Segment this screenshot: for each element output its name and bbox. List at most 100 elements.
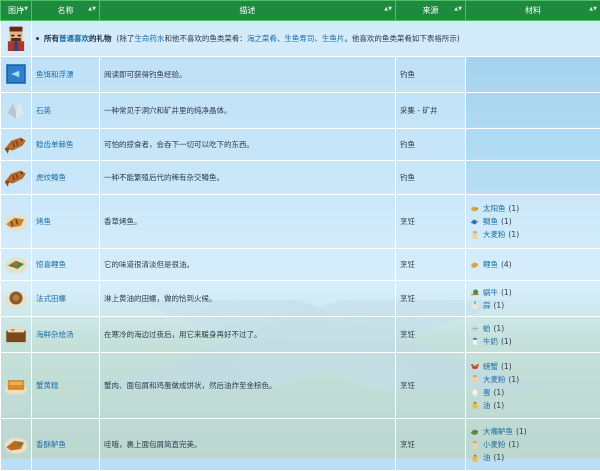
header-description[interactable]: 描述▲▼ <box>100 1 396 21</box>
sunfish-icon <box>470 204 480 214</box>
material-name-link[interactable]: 油 <box>483 400 491 411</box>
material-entry: 鲤鱼(4) <box>470 258 596 271</box>
item-image-cell[interactable] <box>1 161 32 195</box>
material-qty: (1) <box>494 301 505 310</box>
material-entry: 油(1) <box>470 451 596 464</box>
chowder-icon <box>3 321 29 347</box>
item-description: 它的味道很清淡但是很油。 <box>100 249 396 281</box>
material-entry: 鲷鱼(1) <box>470 215 596 228</box>
material-entry: 小麦粉(1) <box>470 438 596 451</box>
note-row: 所有普通喜欢的礼物 (除了生命药水和他不喜欢的鱼类菜肴：海之菜肴、生鱼寿司、生鱼… <box>1 21 600 57</box>
item-materials <box>466 57 600 93</box>
header-image[interactable]: 图片▲▼ <box>1 1 32 21</box>
life-elixir-link[interactable]: 生命药水 <box>134 34 164 43</box>
item-materials <box>466 129 600 161</box>
header-source[interactable]: 来源▲▼ <box>396 1 466 21</box>
material-name-link[interactable]: 牛奶 <box>483 336 498 347</box>
material-name-link[interactable]: 鲷鱼 <box>483 216 498 227</box>
note-cell: 所有普通喜欢的礼物 (除了生命药水和他不喜欢的鱼类菜肴：海之菜肴、生鱼寿司、生鱼… <box>32 21 600 57</box>
item-image-cell[interactable] <box>1 195 32 249</box>
bass-icon <box>470 427 480 437</box>
item-image-cell[interactable] <box>1 317 32 353</box>
item-materials: 太阳鱼(1)鲷鱼(1)大麦粉(1) <box>466 195 600 249</box>
material-qty: (1) <box>516 427 527 436</box>
material-entry: 蜗牛(1) <box>470 286 596 299</box>
crab-icon <box>470 361 480 371</box>
item-name-link[interactable]: 石英 <box>32 93 100 129</box>
material-name-link[interactable]: 蒜 <box>483 300 491 311</box>
material-qty: (1) <box>509 440 520 449</box>
item-description: 阅读即可获得钓鱼经验。 <box>100 57 396 93</box>
item-source: 钓鱼 <box>396 129 466 161</box>
header-materials[interactable]: 材料▲▼ <box>466 1 600 21</box>
material-name-link[interactable]: 螃蟹 <box>483 361 498 372</box>
garlic-icon <box>470 300 480 310</box>
item-source: 烹饪 <box>396 195 466 249</box>
snail-icon <box>470 287 480 297</box>
oil-icon <box>470 453 480 463</box>
item-name-link[interactable]: 惊喜鲤鱼 <box>32 249 100 281</box>
material-entry: 牛奶(1) <box>470 335 596 348</box>
item-materials: 蛤(1)牛奶(1) <box>466 317 600 353</box>
item-image-cell[interactable] <box>1 57 32 93</box>
material-entry: 螃蟹(1) <box>470 360 596 373</box>
book-icon <box>3 61 29 87</box>
item-name-link[interactable]: 蟹黄糕 <box>32 353 100 419</box>
table-row: 蟹黄糕蟹肉、面包屑和鸡蛋做成饼状，然后油炸至金棕色。烹饪螃蟹(1)大麦粉(1) 蛋… <box>1 353 600 419</box>
material-entry: 大嘴鲈鱼(1) <box>470 425 596 438</box>
carp-icon <box>470 260 480 270</box>
loved-gifts-table: 图片▲▼ 名称▲▼ 描述▲▼ 来源▲▼ 材料▲▼ 所有普通喜欢的礼物 (除 <box>0 0 600 471</box>
bream-icon <box>470 217 480 227</box>
header-name[interactable]: 名称▲▼ <box>32 1 100 21</box>
material-name-link[interactable]: 鲤鱼 <box>483 259 498 270</box>
item-description: 淋上黄油的田螺，做的恰到火候。 <box>100 281 396 317</box>
material-name-link[interactable]: 蜗牛 <box>483 287 498 298</box>
item-name-link[interactable]: 虎纹鳟鱼 <box>32 161 100 195</box>
item-source: 采集 - 矿井 <box>396 93 466 129</box>
material-qty: (1) <box>509 204 520 213</box>
egg-icon <box>470 387 480 397</box>
table-row: 烤鱼香草烤鱼。烹饪太阳鱼(1)鲷鱼(1)大麦粉(1) <box>1 195 600 249</box>
maki-roll-link[interactable]: 生鱼寿司 <box>284 34 314 43</box>
item-name-link[interactable]: 鱼饵和浮漂 <box>32 57 100 93</box>
material-name-link[interactable]: 蛋 <box>483 387 491 398</box>
item-image-cell[interactable] <box>1 93 32 129</box>
item-source: 烹饪 <box>396 317 466 353</box>
item-image-cell[interactable] <box>1 353 32 419</box>
sashimi-link[interactable]: 生鱼片 <box>322 34 345 43</box>
item-description: 哇哦，裹上面包屑简直完美。 <box>100 419 396 471</box>
item-image-cell[interactable] <box>1 129 32 161</box>
dish-o-the-sea-link[interactable]: 海之菜肴 <box>247 34 277 43</box>
material-qty: (1) <box>509 375 520 384</box>
item-description: 香草烤鱼。 <box>100 195 396 249</box>
item-source: 烹饪 <box>396 353 466 419</box>
material-name-link[interactable]: 太阳鱼 <box>483 203 506 214</box>
milk-icon <box>470 336 480 346</box>
item-name-link[interactable]: 香酥鲈鱼 <box>32 419 100 471</box>
item-image-cell[interactable] <box>1 249 32 281</box>
fish-icon <box>3 164 29 190</box>
item-source: 烹饪 <box>396 249 466 281</box>
item-name-link[interactable]: 海鲜杂烩汤 <box>32 317 100 353</box>
flour-icon <box>470 374 480 384</box>
table-header-row: 图片▲▼ 名称▲▼ 描述▲▼ 来源▲▼ 材料▲▼ <box>1 1 600 21</box>
item-name-link[interactable]: 烤鱼 <box>32 195 100 249</box>
material-name-link[interactable]: 大麦粉 <box>483 229 506 240</box>
item-image-cell[interactable] <box>1 419 32 471</box>
material-name-link[interactable]: 大麦粉 <box>483 374 506 385</box>
item-name-link[interactable]: 法式田螺 <box>32 281 100 317</box>
villager-portrait-cell <box>1 21 32 57</box>
material-name-link[interactable]: 小麦粉 <box>483 439 506 450</box>
item-description: 蟹肉、面包屑和鸡蛋做成饼状，然后油炸至金棕色。 <box>100 353 396 419</box>
item-source: 钓鱼 <box>396 161 466 195</box>
item-image-cell[interactable] <box>1 281 32 317</box>
villager-portrait-icon <box>3 25 29 51</box>
item-name-link[interactable]: 鲶齿单棘鱼 <box>32 129 100 161</box>
crispy-bass-icon <box>3 431 29 457</box>
material-name-link[interactable]: 蛤 <box>483 323 491 334</box>
material-entry: 蒜(1) <box>470 299 596 312</box>
material-name-link[interactable]: 大嘴鲈鱼 <box>483 426 513 437</box>
item-materials: 蜗牛(1)蒜(1) <box>466 281 600 317</box>
universal-likes-link[interactable]: 普通喜欢 <box>59 34 89 43</box>
material-name-link[interactable]: 油 <box>483 452 491 463</box>
